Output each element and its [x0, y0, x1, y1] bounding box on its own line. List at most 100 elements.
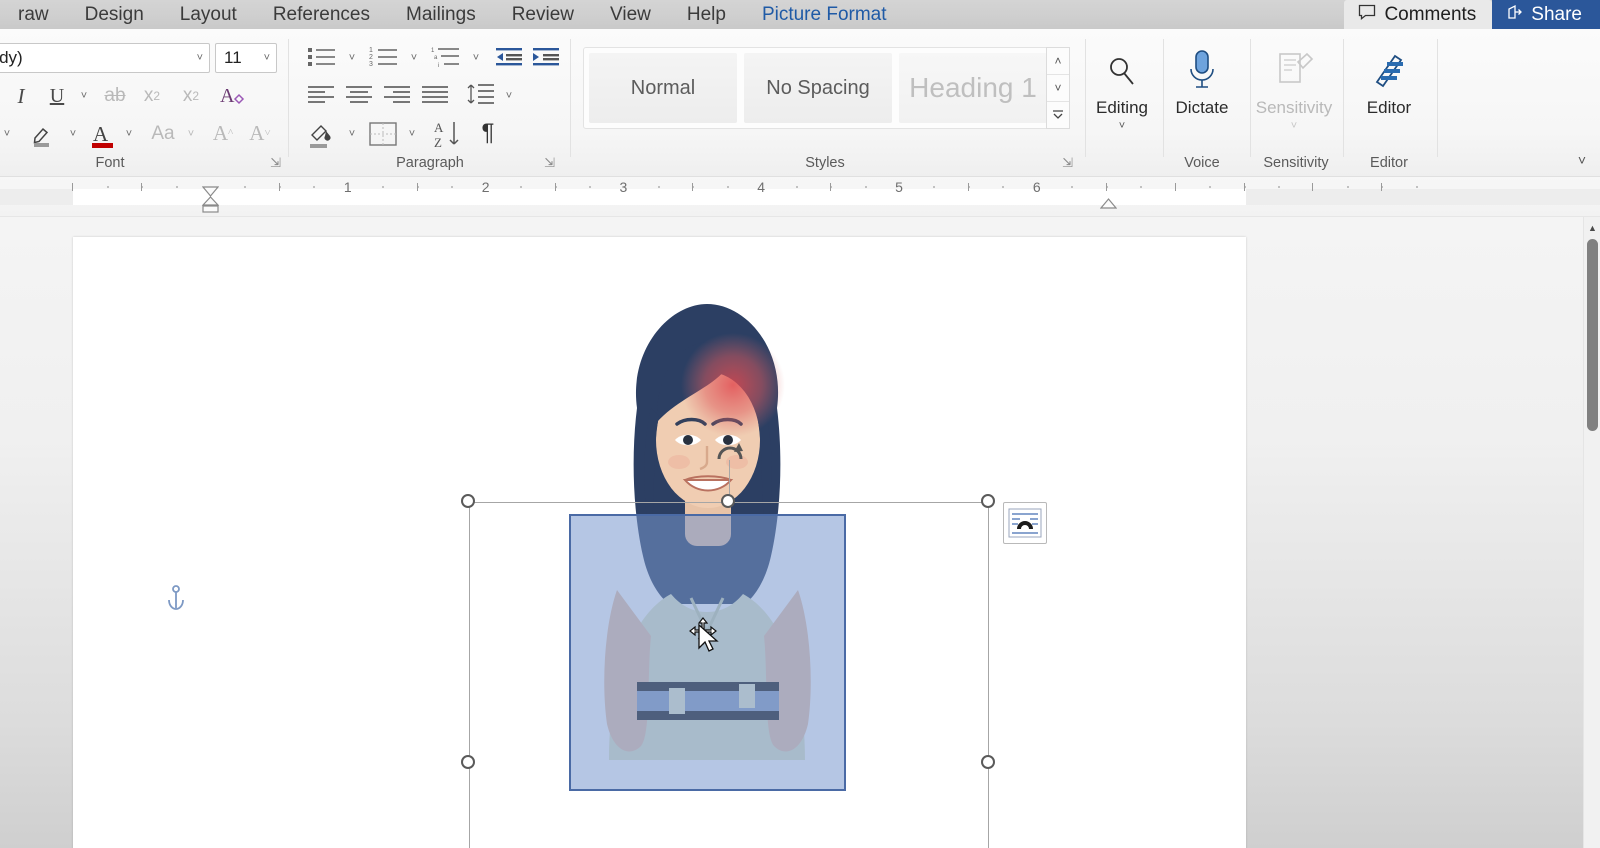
shading-chevron-icon[interactable]: ˅ [343, 123, 361, 145]
font-name-combobox[interactable]: ori (Body) ˅ [0, 43, 210, 73]
tab-picture-format[interactable]: Picture Format [744, 0, 905, 29]
increase-indent-button[interactable] [530, 43, 562, 71]
rotate-handle[interactable] [714, 439, 746, 465]
ruler-number: 6 [1032, 179, 1041, 195]
ruler-half-tick [1381, 183, 1383, 191]
italic-button[interactable]: I [8, 81, 34, 111]
photo-edit-highlight [681, 333, 785, 437]
scrollbar-thumb[interactable] [1587, 239, 1598, 431]
ribbon-tab-bar: raw Design Layout References Mailings Re… [0, 0, 1600, 29]
tab-references[interactable]: References [255, 0, 388, 29]
highlight-color-chevron-icon[interactable]: ˅ [64, 121, 82, 147]
align-center-button[interactable] [343, 81, 375, 109]
ruler-minor-tick [244, 186, 247, 188]
vertical-scrollbar[interactable]: ▲ [1583, 217, 1600, 848]
ruler-page-area [73, 189, 1246, 205]
justify-button[interactable] [419, 81, 451, 109]
document-canvas[interactable] [0, 217, 1600, 848]
comments-label: Comments [1384, 3, 1477, 25]
paragraph-dialog-launcher[interactable]: ⇲ [544, 155, 555, 171]
editor-button[interactable]: Editor [1345, 34, 1433, 136]
comments-button[interactable]: Comments [1344, 0, 1493, 29]
sensitivity-button[interactable]: Sensitivity ˅ [1250, 34, 1338, 136]
resize-handle-middle-right[interactable] [981, 755, 995, 769]
decrease-indent-button[interactable] [493, 43, 525, 71]
font-color-chevron-icon[interactable]: ˅ [120, 121, 138, 147]
editing-label: Editing [1096, 98, 1148, 117]
share-icon [1506, 3, 1524, 27]
tab-design[interactable]: Design [67, 0, 162, 29]
underline-button[interactable]: U [44, 81, 70, 111]
line-and-paragraph-spacing-button[interactable] [465, 79, 497, 109]
group-label-styles: Styles [805, 155, 845, 171]
shrink-font-button[interactable]: A ˅ [245, 117, 275, 149]
layout-options-button[interactable] [1003, 502, 1047, 544]
style-heading-1[interactable]: Heading 1 [899, 53, 1047, 123]
resize-handle-middle-left[interactable] [461, 755, 475, 769]
styles-scroll-down-button[interactable]: ˅ [1047, 75, 1069, 102]
ruler-half-tick [554, 183, 556, 191]
subscript-button[interactable]: x2 [139, 81, 165, 111]
resize-handle-top-right[interactable] [981, 494, 995, 508]
resize-handle-top-left[interactable] [461, 494, 475, 508]
borders-button[interactable] [367, 119, 399, 149]
strikethrough-button[interactable]: ab [99, 81, 131, 111]
tab-bar-right-actions: Comments Share [1344, 0, 1600, 29]
ribbon-group-editor: Editor Editor [1345, 29, 1433, 177]
group-label-editor: Editor [1370, 155, 1408, 171]
share-button[interactable]: Share [1492, 0, 1600, 29]
style-no-spacing[interactable]: No Spacing [744, 53, 892, 123]
underline-dropdown-icon[interactable]: ˅ [74, 83, 94, 109]
tab-layout[interactable]: Layout [162, 0, 255, 29]
dictate-label: Dictate [1175, 98, 1229, 117]
svg-text:1: 1 [369, 47, 373, 54]
ribbon-group-font: ori (Body) ˅ 11 ˅ I U ˅ ab x2 x2 A ˅ ˅ [0, 29, 288, 177]
horizontal-ruler[interactable]: 1 2 3 4 5 6 [0, 177, 1600, 217]
collapse-ribbon-button[interactable]: ˅ [1578, 152, 1586, 168]
font-size-combobox[interactable]: 11 ˅ [215, 43, 277, 73]
grow-font-button[interactable]: A ^ [208, 117, 238, 149]
resize-handle-top-center[interactable] [721, 494, 735, 508]
ruler-minor-tick [1346, 186, 1349, 188]
tab-review[interactable]: Review [494, 0, 592, 29]
change-case-chevron-icon[interactable]: ˅ [182, 121, 200, 147]
bullets-chevron-icon[interactable]: ˅ [343, 47, 361, 69]
styles-more-button[interactable] [1047, 102, 1069, 128]
highlight-dropdown-icon[interactable]: ˅ [0, 121, 16, 147]
sort-button[interactable]: AZ [431, 117, 465, 151]
line-spacing-chevron-icon[interactable]: ˅ [500, 85, 518, 107]
bullets-button[interactable] [305, 43, 339, 71]
hanging-indent-marker[interactable] [202, 196, 219, 214]
tab-help[interactable]: Help [669, 0, 744, 29]
multilevel-list-chevron-icon[interactable]: ˅ [467, 47, 485, 69]
right-indent-marker[interactable] [1100, 198, 1117, 210]
dictate-button[interactable]: Dictate [1158, 34, 1246, 136]
change-case-button[interactable]: Aa [146, 119, 180, 149]
clear-all-formatting-button[interactable]: A [215, 79, 249, 111]
svg-text:A: A [434, 120, 444, 135]
style-normal[interactable]: Normal [589, 53, 737, 123]
styles-dialog-launcher[interactable]: ⇲ [1062, 155, 1073, 171]
tab-draw[interactable]: raw [0, 0, 67, 29]
multilevel-list-button[interactable]: 1ai [429, 43, 463, 71]
align-left-button[interactable] [305, 81, 337, 109]
shading-button[interactable] [305, 117, 339, 151]
align-right-button[interactable] [381, 81, 413, 109]
scroll-up-button[interactable]: ▲ [1584, 223, 1600, 233]
tab-mailings[interactable]: Mailings [388, 0, 494, 29]
editing-button[interactable]: Editing ˅ [1078, 34, 1166, 136]
divider [1437, 39, 1438, 157]
ruler-minor-tick [382, 186, 385, 188]
text-highlight-color-button[interactable] [26, 117, 60, 151]
numbering-chevron-icon[interactable]: ˅ [405, 47, 423, 69]
numbering-button[interactable]: 123 [367, 43, 401, 71]
word-window: raw Design Layout References Mailings Re… [0, 0, 1600, 848]
font-dialog-launcher[interactable]: ⇲ [270, 155, 281, 171]
font-color-button[interactable]: A [88, 117, 118, 151]
tab-view[interactable]: View [592, 0, 669, 29]
show-formatting-marks-button[interactable]: ¶ [473, 117, 503, 149]
divider [288, 39, 289, 157]
superscript-button[interactable]: x2 [177, 81, 205, 111]
borders-chevron-icon[interactable]: ˅ [403, 123, 421, 145]
styles-scroll-up-button[interactable]: ˄ [1047, 48, 1069, 75]
